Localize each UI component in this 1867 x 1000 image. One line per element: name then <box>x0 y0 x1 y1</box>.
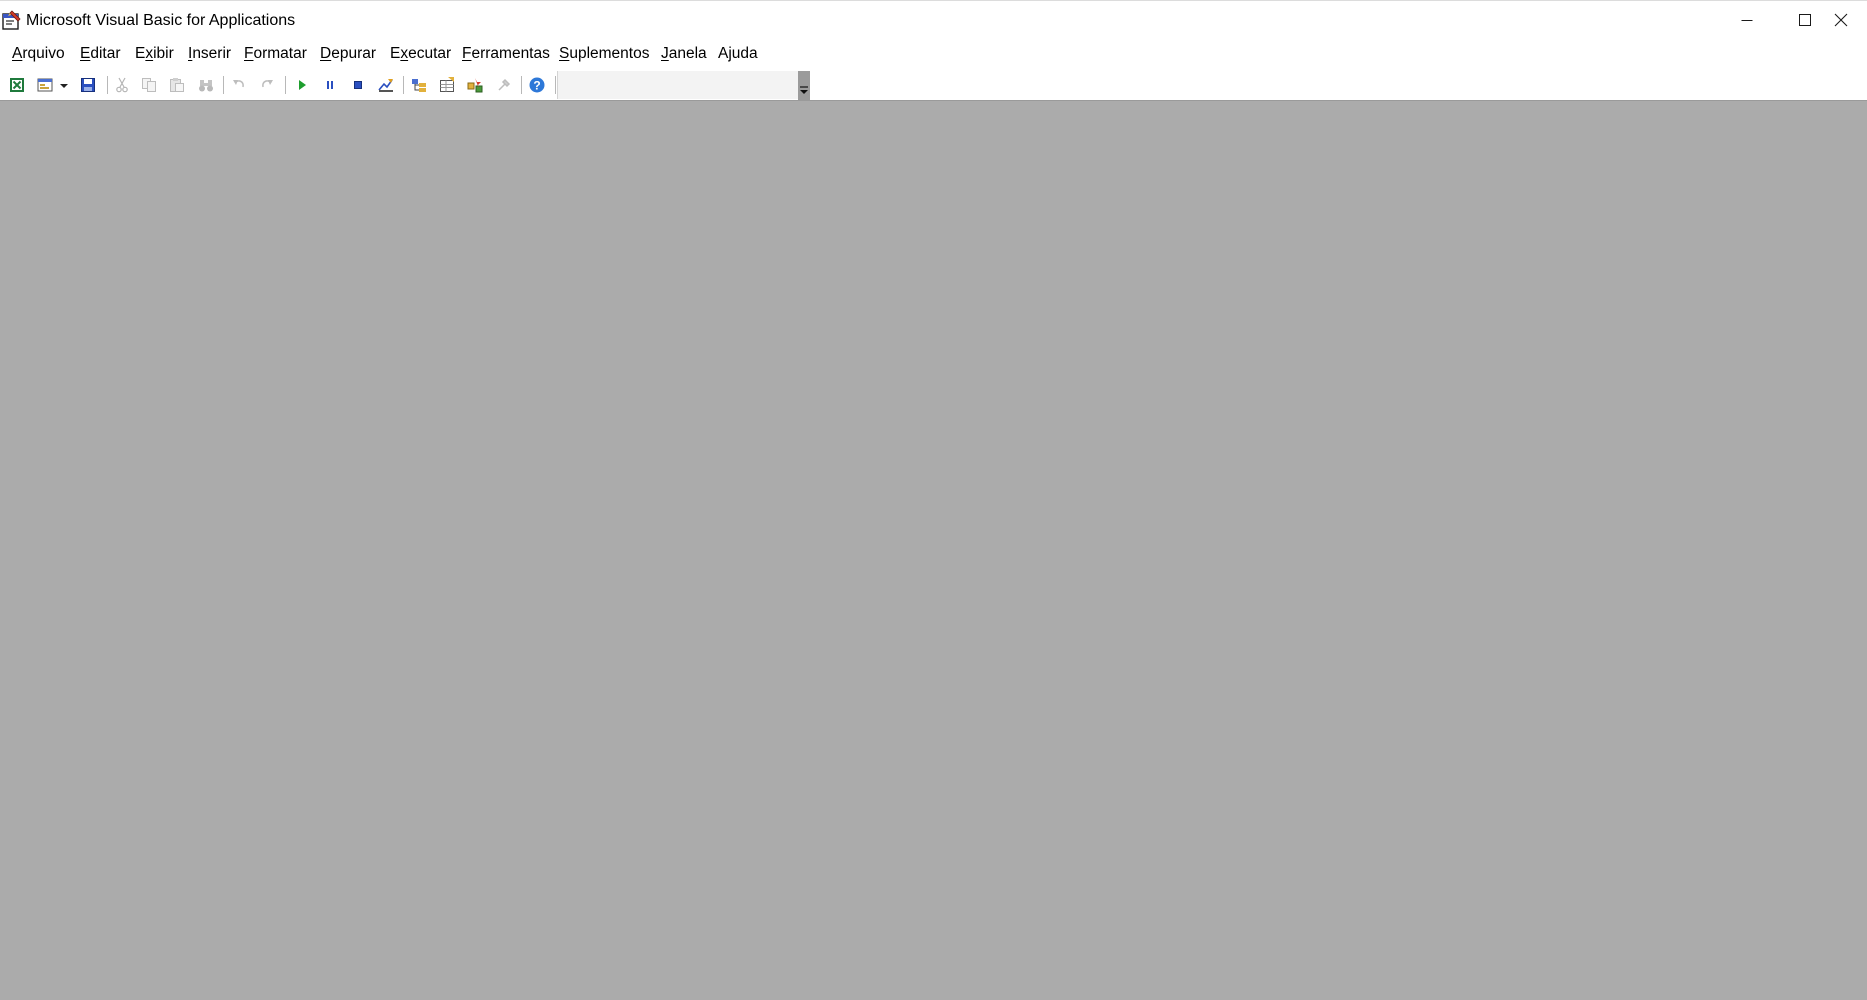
chevron-down-icon <box>60 84 68 88</box>
menu-formatar[interactable]: Formatar <box>243 44 308 64</box>
menu-label: epurar <box>331 45 377 62</box>
menu-accel: x <box>145 45 154 62</box>
copy-icon <box>142 78 156 92</box>
vba-app-icon[interactable] <box>1 10 22 31</box>
menu-label: erramentas <box>471 45 550 62</box>
toolbar-separator <box>223 76 224 94</box>
scissors-icon <box>116 77 128 93</box>
toolbar-separator <box>403 76 404 94</box>
menu-ajuda[interactable]: Ajuda <box>717 44 759 64</box>
properties-icon <box>440 77 454 92</box>
menu-label: ibir <box>153 45 174 62</box>
stop-icon <box>354 81 362 89</box>
window-title: Microsoft Visual Basic for Applications <box>26 12 296 29</box>
copy-button[interactable] <box>139 75 159 95</box>
toolbar-separator <box>521 76 522 94</box>
close-button[interactable] <box>1834 1 1867 39</box>
menu-label: A <box>718 45 729 62</box>
play-icon <box>299 80 306 90</box>
toolbar-separator <box>285 76 286 94</box>
menu-label: E <box>135 45 146 62</box>
object-browser-button[interactable] <box>465 75 485 95</box>
toolbar-options-handle[interactable] <box>798 71 810 100</box>
excel-icon <box>10 78 24 92</box>
redo-icon <box>262 80 273 88</box>
maximize-button[interactable] <box>1777 1 1833 39</box>
undo-icon <box>233 80 244 88</box>
run-button[interactable] <box>292 75 312 95</box>
properties-window-button[interactable] <box>437 75 457 95</box>
insert-userform-button[interactable] <box>35 75 55 95</box>
menu-label: anela <box>668 45 707 62</box>
menu-label: ormatar <box>253 45 307 62</box>
menu-label: rquivo <box>22 45 65 62</box>
design-mode-button[interactable] <box>376 75 396 95</box>
redo-button[interactable] <box>257 75 277 95</box>
help-icon: ? <box>529 77 545 93</box>
menu-accel: A <box>12 45 23 62</box>
menu-accel: D <box>320 45 332 62</box>
cut-button[interactable] <box>112 75 132 95</box>
menu-ferramentas[interactable]: Ferramentas <box>461 44 551 64</box>
insert-dropdown-button[interactable] <box>57 75 69 95</box>
paste-button[interactable] <box>167 75 187 95</box>
menu-label: E <box>390 45 401 62</box>
reset-button[interactable] <box>348 75 368 95</box>
pause-icon <box>327 81 333 89</box>
menu-accel: J <box>661 45 669 62</box>
close-icon <box>1834 13 1848 27</box>
userform-icon <box>37 78 53 92</box>
title-bar: Microsoft Visual Basic for Applications <box>0 0 1867 38</box>
menu-depurar[interactable]: Depurar <box>319 44 377 64</box>
project-explorer-button[interactable] <box>409 75 429 95</box>
view-excel-button[interactable] <box>7 75 27 95</box>
undo-button[interactable] <box>229 75 249 95</box>
menu-suplementos[interactable]: Suplementos <box>558 44 650 64</box>
cursor-position-readout <box>557 71 809 99</box>
menu-accel: E <box>80 45 91 62</box>
find-button[interactable] <box>196 75 216 95</box>
mdi-workspace[interactable] <box>0 101 1867 1000</box>
paste-icon <box>170 78 184 92</box>
object-browser-icon <box>467 78 483 93</box>
menu-label: uplementos <box>569 45 650 62</box>
svg-text:?: ? <box>533 79 540 93</box>
menu-executar[interactable]: Executar <box>389 44 452 64</box>
save-icon <box>81 78 95 92</box>
menu-label: uda <box>731 45 758 62</box>
maximize-icon <box>1799 14 1811 26</box>
standard-toolbar: ? <box>0 70 1867 101</box>
menu-janela[interactable]: Janela <box>660 44 708 64</box>
toolbar-separator <box>107 76 108 94</box>
menu-editar[interactable]: Editar <box>79 44 122 64</box>
chevron-down-icon <box>800 86 808 94</box>
menu-label: ecutar <box>408 45 452 62</box>
menu-inserir[interactable]: Inserir <box>187 44 232 64</box>
design-mode-icon <box>378 79 393 92</box>
toolbar-separator <box>555 76 556 94</box>
toolbox-icon <box>498 78 511 91</box>
help-button[interactable]: ? <box>527 75 547 95</box>
save-button[interactable] <box>78 75 98 95</box>
menu-exibir[interactable]: Exibir <box>134 44 175 64</box>
break-button[interactable] <box>320 75 340 95</box>
minimize-icon <box>1741 20 1753 21</box>
binoculars-icon <box>199 80 213 92</box>
minimize-button[interactable] <box>1719 1 1775 39</box>
menu-arquivo[interactable]: Arquivo <box>11 44 66 64</box>
menu-bar: Arquivo Editar Exibir Inserir Formatar D… <box>0 38 1867 70</box>
menu-accel: S <box>559 45 570 62</box>
menu-label: ditar <box>90 45 121 62</box>
menu-accel: x <box>400 45 409 62</box>
menu-label: nserir <box>192 45 232 62</box>
toolbox-button[interactable] <box>494 75 514 95</box>
project-explorer-icon <box>412 79 426 92</box>
